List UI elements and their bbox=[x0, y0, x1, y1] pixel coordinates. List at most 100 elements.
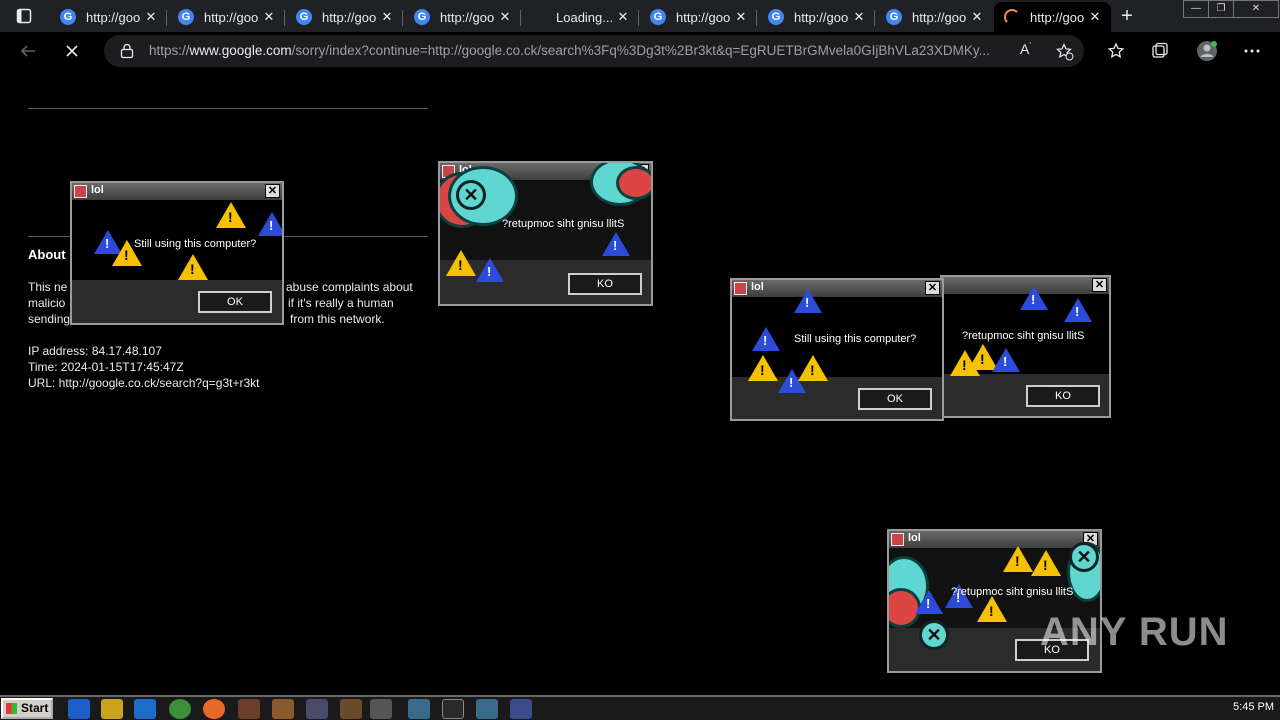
dialog-close-button[interactable]: ✕ bbox=[925, 281, 940, 295]
start-button[interactable]: Start bbox=[1, 698, 53, 719]
dialog-body: ?retupmoc siht gnisu llitS bbox=[942, 286, 1109, 376]
browser-tab[interactable]: Loading... ✕ bbox=[522, 2, 639, 32]
google-g-icon: G bbox=[414, 9, 430, 25]
browser-tab[interactable]: Ghttp://goo ✕ bbox=[758, 2, 875, 32]
collections-button[interactable] bbox=[1145, 36, 1175, 66]
close-tab-icon[interactable]: ✕ bbox=[969, 9, 985, 25]
anyrun-watermark: ANY RUN bbox=[1040, 610, 1229, 654]
url-text: https://www.google.com/sorry/index?conti… bbox=[149, 43, 990, 58]
close-tab-icon[interactable]: ✕ bbox=[615, 9, 631, 25]
new-tab-button[interactable]: + bbox=[1115, 4, 1139, 28]
close-tab-icon[interactable]: ✕ bbox=[379, 9, 395, 25]
google-g-icon: G bbox=[886, 9, 902, 25]
minimize-button[interactable]: — bbox=[1183, 0, 1209, 18]
dialog-titlebar[interactable]: lol ✕ bbox=[72, 183, 282, 200]
close-tab-icon[interactable]: ✕ bbox=[143, 9, 159, 25]
info-warning-icon bbox=[1064, 298, 1092, 322]
app-icon[interactable] bbox=[340, 699, 362, 719]
dialog-titlebar[interactable]: lol ✕ bbox=[889, 531, 1100, 548]
browser-tab[interactable]: Ghttp://goo ✕ bbox=[404, 2, 521, 32]
browser-tab[interactable]: Ghttp://goo ✕ bbox=[876, 2, 993, 32]
ko-button[interactable]: KO bbox=[1026, 385, 1100, 407]
app-icon[interactable] bbox=[370, 699, 392, 719]
error-x-icon: ✕ bbox=[1069, 542, 1099, 572]
app-icon[interactable] bbox=[408, 699, 430, 719]
firefox-icon[interactable] bbox=[203, 699, 225, 719]
error-x-icon: ✕ bbox=[919, 620, 949, 650]
add-favorite-icon[interactable] bbox=[1056, 43, 1074, 61]
screen: Ghttp://goo ✕ Ghttp://goo ✕ Ghttp://goo ✕ G… bbox=[0, 0, 1280, 720]
loading-spinner-icon bbox=[1004, 9, 1020, 25]
cmd-icon[interactable] bbox=[442, 699, 464, 719]
clock[interactable]: 5:45 PM bbox=[1233, 701, 1274, 713]
body-text: if it's really a human bbox=[288, 296, 394, 310]
popup-dialog[interactable]: lol ✕ Still using this computer? OK bbox=[70, 181, 284, 325]
error-burst bbox=[616, 166, 651, 200]
browser-tab[interactable]: Ghttp://goo ✕ bbox=[50, 2, 167, 32]
warning-icon bbox=[798, 355, 828, 381]
folder-icon[interactable] bbox=[101, 699, 123, 719]
app-icon bbox=[891, 533, 904, 546]
dialog-body: Still using this computer? bbox=[72, 200, 282, 280]
close-tab-icon[interactable]: ✕ bbox=[497, 9, 513, 25]
close-tab-icon[interactable]: ✕ bbox=[1087, 9, 1103, 25]
favorites-star-icon bbox=[1107, 42, 1125, 59]
body-text: abuse complaints about bbox=[286, 280, 413, 294]
restore-button[interactable]: ❐ bbox=[1208, 0, 1234, 18]
dialog-close-button[interactable]: ✕ bbox=[265, 184, 280, 198]
browser-tab[interactable]: Ghttp://goo ✕ bbox=[286, 2, 403, 32]
back-arrow-icon bbox=[20, 45, 35, 57]
profile-button[interactable] bbox=[1192, 36, 1222, 66]
popup-dialog[interactable]: lol ✕ ✕ ?retupmoc siht gnisu llitS KO bbox=[438, 161, 653, 306]
body-text: malicio bbox=[28, 296, 66, 310]
warning-icon bbox=[977, 596, 1007, 622]
popup-dialog[interactable]: ✕ ?retupmoc siht gnisu llitS KO bbox=[940, 275, 1111, 418]
read-aloud-icon[interactable]: Aʼ bbox=[1020, 41, 1031, 57]
tab-strip: Ghttp://goo ✕ Ghttp://goo ✕ Ghttp://goo ✕ G… bbox=[0, 0, 1280, 32]
dialog-titlebar[interactable]: lol ✕ bbox=[732, 280, 942, 297]
lock-icon bbox=[120, 43, 134, 59]
app-icon[interactable] bbox=[272, 699, 294, 719]
stop-loading-button[interactable] bbox=[57, 36, 87, 66]
ok-button[interactable]: OK bbox=[198, 291, 272, 313]
settings-menu-button[interactable] bbox=[1237, 36, 1267, 66]
address-bar[interactable]: https://www.google.com/sorry/index?conti… bbox=[104, 35, 1084, 67]
warning-icon bbox=[446, 250, 476, 276]
dialog-body: ✕ ?retupmoc siht gnisu llitS bbox=[440, 163, 651, 282]
chrome-icon[interactable] bbox=[169, 699, 191, 719]
warning-icon bbox=[1003, 546, 1033, 572]
stop-x-icon bbox=[66, 45, 78, 57]
favorites-button[interactable] bbox=[1101, 36, 1131, 66]
media-player-icon[interactable] bbox=[134, 699, 156, 719]
app-icon[interactable] bbox=[510, 699, 532, 719]
info-warning-icon bbox=[1020, 286, 1048, 310]
timestamp-text: Time: 2024-01-15T17:45:47Z bbox=[28, 360, 184, 374]
tab-actions-button[interactable] bbox=[0, 0, 48, 32]
warning-icon bbox=[216, 202, 246, 228]
browser-tab[interactable]: Ghttp://goo ✕ bbox=[640, 2, 757, 32]
app-icon[interactable] bbox=[476, 699, 498, 719]
window-close-button[interactable]: ✕ bbox=[1233, 0, 1279, 18]
body-text: sending bbox=[28, 312, 71, 326]
ie-icon[interactable] bbox=[68, 699, 90, 719]
ko-button[interactable]: KO bbox=[568, 273, 642, 295]
warning-icon bbox=[748, 355, 778, 381]
google-g-icon: G bbox=[178, 9, 194, 25]
browser-tab[interactable]: Ghttp://goo ✕ bbox=[168, 2, 285, 32]
info-warning-icon bbox=[794, 289, 822, 313]
avatar-icon bbox=[1197, 41, 1217, 61]
collections-icon bbox=[1152, 42, 1168, 58]
app-icon[interactable] bbox=[306, 699, 328, 719]
ip-address-text: IP address: 84.17.48.107 bbox=[28, 344, 162, 358]
close-tab-icon[interactable]: ✕ bbox=[261, 9, 277, 25]
info-warning-icon bbox=[476, 258, 504, 282]
close-tab-icon[interactable]: ✕ bbox=[851, 9, 867, 25]
close-tab-icon[interactable]: ✕ bbox=[733, 9, 749, 25]
app-icon[interactable] bbox=[238, 699, 260, 719]
google-g-icon: G bbox=[60, 9, 76, 25]
back-button[interactable] bbox=[13, 36, 43, 66]
browser-tab-active[interactable]: http://goo ✕ bbox=[994, 2, 1111, 32]
dialog-close-button[interactable]: ✕ bbox=[1092, 278, 1107, 292]
popup-dialog[interactable]: lol ✕ Still using this computer? OK bbox=[730, 278, 944, 421]
ok-button[interactable]: OK bbox=[858, 388, 932, 410]
